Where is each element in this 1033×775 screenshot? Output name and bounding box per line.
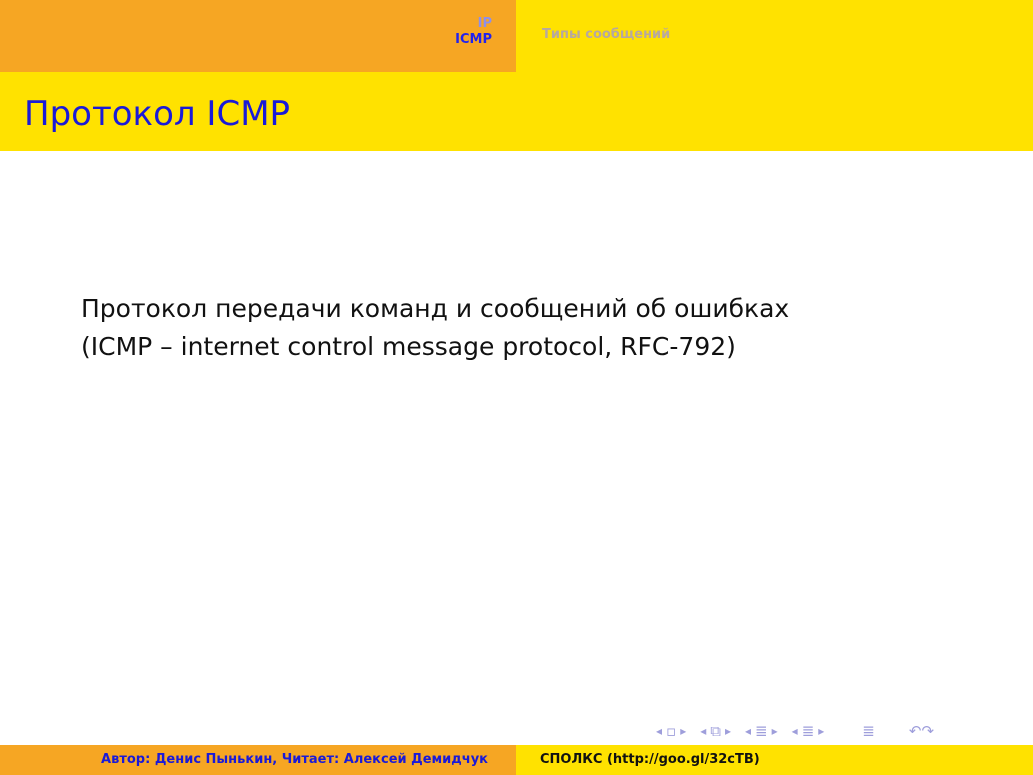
nav-frame-icon[interactable]: ⧉ bbox=[710, 722, 721, 740]
nav-section-icon[interactable]: ≣ bbox=[802, 722, 815, 740]
nav-next-subsection-icon[interactable]: ▸ bbox=[772, 724, 778, 738]
header-subsections-panel: Типы сообщений bbox=[516, 0, 1033, 72]
footer-author-panel: Автор: Денис Пынькин, Читает: Алексей Де… bbox=[0, 745, 516, 775]
subsection-link[interactable]: Типы сообщений bbox=[542, 27, 670, 42]
nav-next-section-icon[interactable]: ▸ bbox=[818, 724, 824, 738]
section-link-ip[interactable]: IP bbox=[455, 16, 492, 32]
frame-body: Протокол передачи команд и сообщений об … bbox=[81, 290, 789, 366]
body-line: (ICMP – internet control message protoco… bbox=[81, 332, 736, 361]
nav-slide-icon[interactable]: ▫ bbox=[666, 722, 676, 740]
nav-prev-frame-icon[interactable]: ◂ bbox=[700, 724, 706, 738]
frame-title: Протокол ICMP bbox=[24, 94, 291, 134]
footer-course: СПОЛКС (http://goo.gl/32cTB) bbox=[540, 752, 760, 767]
footer-author: Автор: Денис Пынькин, Читает: Алексей Де… bbox=[101, 752, 488, 767]
header-sections-panel: IP ICMP bbox=[0, 0, 516, 72]
section-list: IP ICMP bbox=[455, 16, 492, 48]
section-link-icmp[interactable]: ICMP bbox=[455, 32, 492, 48]
nav-next-frame-icon[interactable]: ▸ bbox=[725, 724, 731, 738]
nav-prev-section-icon[interactable]: ◂ bbox=[792, 724, 798, 738]
nav-subsection-icon[interactable]: ≣ bbox=[755, 722, 768, 740]
header-nav-bar: IP ICMP Типы сообщений bbox=[0, 0, 1033, 72]
navigation-symbols: ◂ ▫ ▸ ◂ ⧉ ▸ ◂ ≣ ▸ ◂ ≣ ▸ ≣ ↶↷ bbox=[656, 721, 934, 741]
footer-bar: Автор: Денис Пынькин, Читает: Алексей Де… bbox=[0, 745, 1033, 775]
nav-next-slide-icon[interactable]: ▸ bbox=[680, 724, 686, 738]
nav-prev-slide-icon[interactable]: ◂ bbox=[656, 724, 662, 738]
body-line: Протокол передачи команд и сообщений об … bbox=[81, 294, 790, 323]
footer-course-panel: СПОЛКС (http://goo.gl/32cTB) bbox=[516, 745, 1033, 775]
nav-prev-subsection-icon[interactable]: ◂ bbox=[745, 724, 751, 738]
nav-search-icon[interactable]: ↶↷ bbox=[909, 722, 934, 740]
nav-toc-icon[interactable]: ≣ bbox=[862, 722, 875, 740]
